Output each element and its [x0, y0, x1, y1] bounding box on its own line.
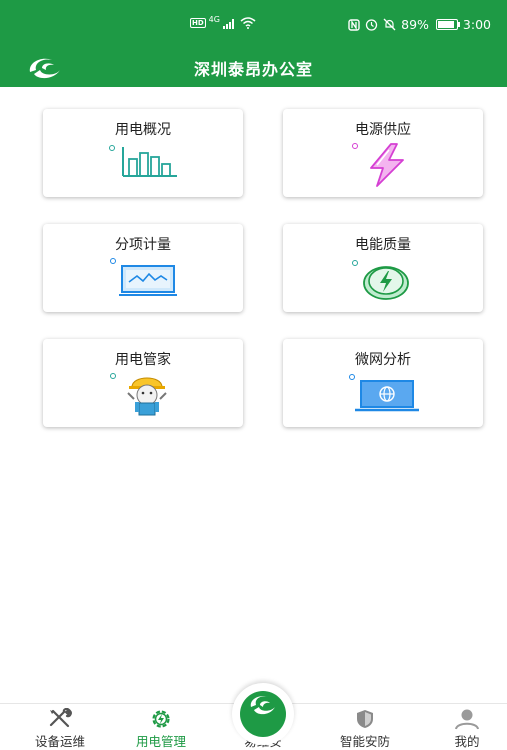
signal-icon	[222, 18, 234, 29]
energy-coin-icon	[363, 266, 409, 300]
menu-card-power-overview[interactable]: 用电概况	[43, 109, 243, 197]
decor-dot	[352, 260, 358, 266]
tab-label: 我的	[454, 734, 480, 749]
menu-card-power-steward[interactable]: 用电管家	[43, 339, 243, 427]
laptop-globe-icon	[355, 380, 419, 412]
page-title: 深圳泰昂办公室	[193, 60, 313, 79]
card-label: 用电概况	[115, 122, 171, 138]
decor-dot	[110, 373, 116, 379]
lightning-icon	[370, 143, 404, 187]
battery-percent: 89%	[401, 17, 429, 32]
battery-icon	[435, 19, 460, 30]
gear-bolt-icon	[152, 710, 170, 728]
title-bar: 深圳泰昂办公室	[0, 46, 507, 87]
tools-icon	[49, 708, 72, 728]
status-bar: HD 4G 89% 3:00	[0, 0, 507, 46]
clock: 3:00	[462, 17, 491, 32]
status-network: HD 4G	[190, 14, 256, 29]
menu-card-sub-metering[interactable]: 分项计量	[43, 224, 243, 312]
wifi-icon	[240, 17, 256, 29]
user-icon	[455, 709, 479, 730]
decor-dot	[109, 145, 115, 151]
tab-mine[interactable]: 我的	[422, 704, 507, 749]
card-label: 用电管家	[115, 352, 171, 368]
app-header: HD 4G 89% 3:00 深圳泰昂办公室	[0, 0, 507, 87]
card-label: 微网分析	[355, 352, 411, 368]
nfc-icon	[348, 18, 360, 31]
center-fab-button[interactable]	[232, 683, 294, 745]
bar-chart-icon	[122, 147, 177, 177]
alarm-icon	[365, 19, 378, 31]
tab-label: 用电管理	[135, 734, 186, 749]
tab-label: 智能安防	[339, 734, 390, 749]
decor-dot	[110, 258, 116, 264]
mute-icon	[383, 18, 396, 31]
worker-mascot-icon	[127, 377, 167, 416]
status-right: 89% 3:00	[348, 17, 491, 32]
tab-smart-security[interactable]: 智能安防	[320, 704, 410, 749]
app-logo-icon	[250, 696, 275, 715]
menu-card-microgrid-analysis[interactable]: 微网分析	[283, 339, 483, 427]
card-label: 分项计量	[115, 237, 171, 253]
fab-inner	[240, 691, 286, 737]
network-type: 4G	[208, 14, 220, 24]
tab-label: 设备运维	[34, 734, 85, 749]
tab-equipment-maintenance[interactable]: 设备运维	[15, 704, 105, 749]
tab-power-management[interactable]: 用电管理	[116, 704, 206, 749]
shield-icon	[357, 710, 373, 728]
hd-badge: HD	[190, 18, 206, 28]
card-label: 电能质量	[355, 237, 411, 253]
card-label: 电源供应	[355, 122, 411, 138]
menu-card-power-supply[interactable]: 电源供应	[283, 109, 483, 197]
decor-dot	[352, 143, 358, 149]
monitor-wave-icon	[119, 265, 177, 296]
menu-card-power-quality[interactable]: 电能质量	[283, 224, 483, 312]
